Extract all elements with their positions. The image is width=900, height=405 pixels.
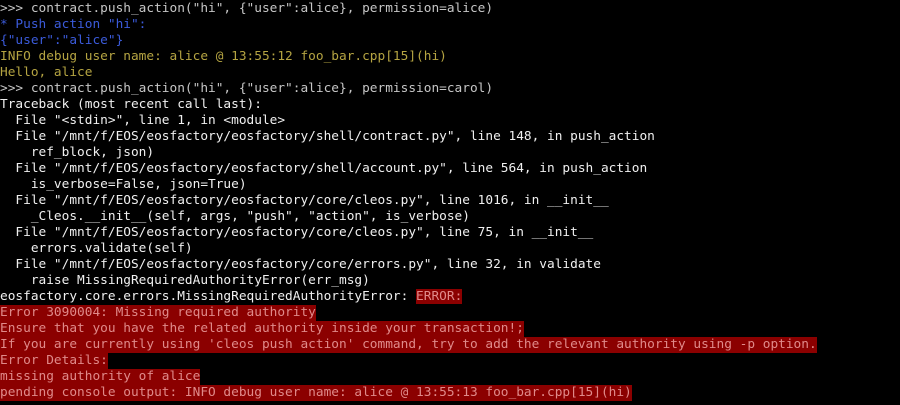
error-message-line: missing authority of alice [0, 369, 200, 385]
info-debug-line: INFO debug user name: alice @ 13:55:12 f… [0, 49, 447, 65]
traceback-frame: File "/mnt/f/EOS/eosfactory/eosfactory/s… [0, 161, 647, 177]
error-message-line: Error Details: [0, 353, 108, 369]
error-message-line: pending console output: INFO debug user … [0, 385, 632, 401]
error-badge: ERROR: [416, 289, 462, 304]
hello-output-line: Hello, alice [0, 65, 92, 81]
traceback-frame: File "/mnt/f/EOS/eosfactory/eosfactory/c… [0, 193, 609, 209]
traceback-code: _Cleos.__init__(self, args, "push", "act… [0, 209, 470, 225]
push-action-payload: {"user":"alice"} [0, 33, 123, 49]
terminal-window[interactable]: >>> contract.push_action("hi", {"user":a… [0, 0, 900, 405]
push-action-message: * Push action "hi": [0, 17, 146, 33]
traceback-code: errors.validate(self) [0, 241, 193, 257]
traceback-code: raise MissingRequiredAuthorityError(err_… [0, 273, 370, 289]
traceback-header: Traceback (most recent call last): [0, 97, 262, 113]
exception-name: eosfactory.core.errors.MissingRequiredAu… [0, 289, 416, 304]
traceback-frame: File "/mnt/f/EOS/eosfactory/eosfactory/c… [0, 257, 601, 273]
error-message-line: Error 3090004: Missing required authorit… [0, 305, 316, 321]
traceback-frame: File "<stdin>", line 1, in <module> [0, 113, 285, 129]
exception-line: eosfactory.core.errors.MissingRequiredAu… [0, 289, 462, 305]
traceback-frame: File "/mnt/f/EOS/eosfactory/eosfactory/s… [0, 129, 655, 145]
error-message-line: If you are currently using 'cleos push a… [0, 337, 817, 353]
traceback-code: ref_block, json) [0, 145, 154, 161]
traceback-frame: File "/mnt/f/EOS/eosfactory/eosfactory/c… [0, 225, 593, 241]
command-line: >>> contract.push_action("hi", {"user":a… [0, 1, 493, 17]
traceback-code: is_verbose=False, json=True) [0, 177, 247, 193]
command-line: >>> contract.push_action("hi", {"user":a… [0, 81, 493, 97]
prompt-tail: >>> [0, 401, 23, 405]
error-message-line: Ensure that you have the related authori… [0, 321, 524, 337]
